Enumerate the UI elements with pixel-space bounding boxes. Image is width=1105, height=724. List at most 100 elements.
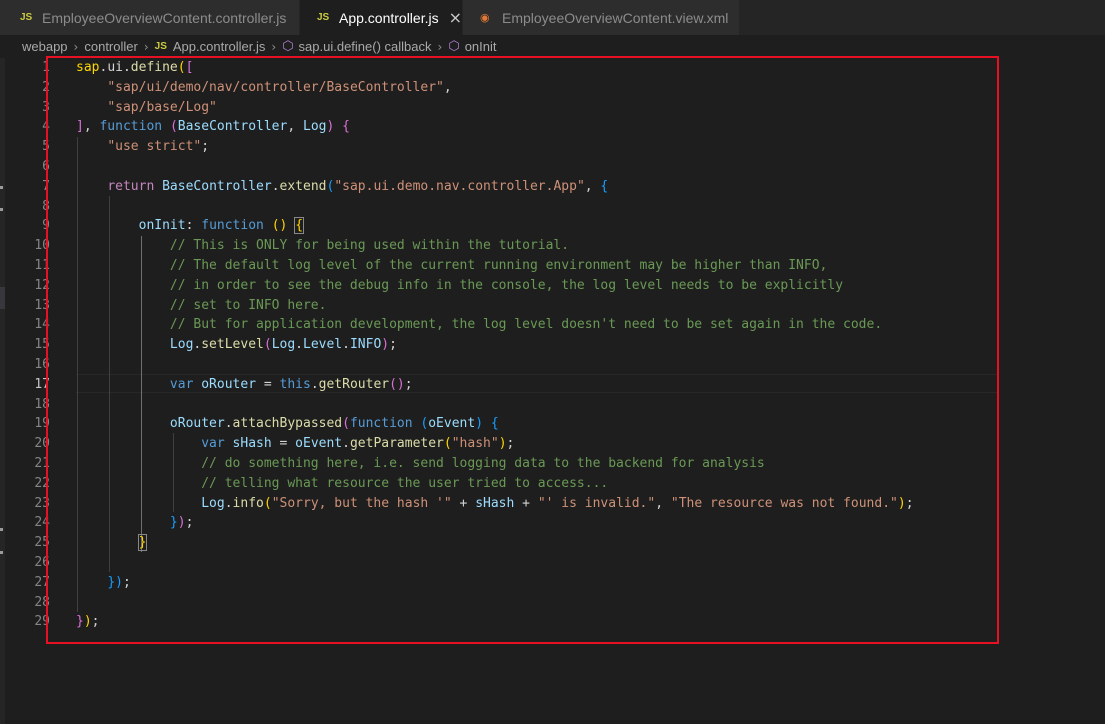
tab-label: EmployeeOverviewContent.view.xml [502, 9, 729, 26]
code-line[interactable]: // do something here, i.e. send logging … [76, 454, 1076, 474]
breadcrumb-item-webapp[interactable]: webapp [22, 39, 68, 54]
code-line[interactable]: // telling what resource the user tried … [76, 474, 1076, 494]
code-token: // telling what resource the user tried … [201, 475, 609, 491]
code-line[interactable]: // The default log level of the current … [76, 256, 1076, 276]
code-line[interactable]: // set to INFO here. [76, 296, 1076, 316]
code-line[interactable]: // in order to see the debug info in the… [76, 276, 1076, 296]
rss-icon: ◉ [480, 11, 490, 24]
code-line[interactable]: // This is ONLY for being used within th… [76, 236, 1076, 256]
code-token: ; [185, 515, 194, 531]
tab-employee-overview-view[interactable]: ◉ EmployeeOverviewContent.view.xml [463, 0, 740, 35]
code-token: = [256, 376, 280, 392]
line-number: 24 [34, 515, 50, 531]
code-token: getRouter [318, 376, 390, 392]
code-token: sap [76, 60, 100, 75]
tab-employee-overview-controller[interactable]: JS EmployeeOverviewContent.controller.js [0, 0, 300, 35]
code-token: sHash [475, 495, 515, 511]
code-token: var [169, 376, 194, 392]
code-line[interactable]: // But for application development, the … [76, 315, 1076, 335]
cube-icon: ⬡ [448, 39, 460, 54]
code-line[interactable]: "sap/base/Log" [76, 98, 1076, 118]
line-number: 16 [34, 356, 50, 372]
line-number: 10 [34, 238, 50, 254]
code-line[interactable]: onInit: function () { [76, 216, 1076, 236]
code-line[interactable]: }); [76, 513, 1076, 533]
breadcrumb: webapp › controller › JS App.controller.… [0, 35, 1105, 58]
code-token: + [514, 495, 538, 511]
code-line[interactable]: var sHash = oEvent.getParameter("hash"); [76, 434, 1076, 454]
line-number: 14 [34, 317, 50, 333]
breadcrumb-item-controller[interactable]: controller [84, 39, 137, 54]
code-token: setLevel [201, 337, 264, 353]
code-token: // in order to see the debug info in the… [169, 277, 844, 293]
code-line[interactable]: sap.ui.define([ [76, 58, 1076, 78]
line-number: 23 [34, 495, 50, 511]
close-icon[interactable]: × [449, 8, 462, 27]
code-token: sHash [232, 436, 272, 452]
code-line[interactable]: Log.setLevel(Log.Level.INFO); [76, 335, 1076, 355]
code-token: "hash" [451, 436, 499, 452]
code-line[interactable] [76, 355, 1076, 375]
code-line[interactable]: var oRouter = this.getRouter(); [76, 375, 1076, 395]
code-line[interactable]: }); [76, 573, 1076, 593]
breadcrumb-item-oninit[interactable]: onInit [465, 39, 497, 54]
code-token: ) [115, 574, 123, 590]
breadcrumb-item-callback[interactable]: sap.ui.define() callback [299, 39, 432, 54]
code-line[interactable] [76, 553, 1076, 573]
code-token: } [107, 574, 116, 590]
tab-app-controller[interactable]: JS App.controller.js × [300, 0, 463, 35]
code-line[interactable] [76, 197, 1076, 217]
code-line[interactable] [76, 157, 1076, 177]
code-line[interactable]: ], function (BaseController, Log) { [76, 117, 1076, 137]
code-token: oRouter [169, 416, 225, 432]
code-token: "The resource was not found." [670, 495, 898, 511]
code-line[interactable] [76, 593, 1076, 613]
code-editor[interactable]: sap.ui.define([ "sap/ui/demo/nav/control… [76, 58, 1076, 632]
code-token: function [349, 416, 413, 432]
code-token: "' is invalid." [537, 495, 656, 511]
code-token: , [655, 495, 671, 511]
breadcrumb-item-file[interactable]: App.controller.js [173, 39, 266, 54]
code-line[interactable]: }); [76, 612, 1076, 632]
line-number: 9 [42, 218, 50, 234]
code-token: var [201, 436, 225, 452]
code-line[interactable]: "sap/ui/demo/nav/controller/BaseControll… [76, 78, 1076, 98]
code-token: ( [177, 60, 186, 75]
code-line[interactable]: oRouter.attachBypassed(function (oEvent)… [76, 414, 1076, 434]
code-line[interactable]: return BaseController.extend("sap.ui.dem… [76, 177, 1076, 197]
code-line[interactable]: Log.info("Sorry, but the hash '" + sHash… [76, 494, 1076, 514]
chevron-right-icon: › [73, 39, 79, 54]
code-token: () [271, 218, 288, 234]
code-token: BaseController [162, 178, 272, 194]
code-token: } [76, 614, 84, 630]
code-token: . [342, 337, 350, 353]
code-token: . [295, 337, 303, 353]
code-line[interactable] [76, 395, 1076, 415]
code-token: ( [263, 495, 272, 511]
tab-label: App.controller.js [338, 9, 439, 26]
line-number: 17 [34, 376, 50, 392]
code-token: function [99, 119, 163, 135]
code-token: extend [279, 178, 327, 194]
code-token: define [130, 60, 178, 75]
line-number: 4 [42, 119, 50, 135]
code-token: oRouter [201, 376, 257, 392]
code-line[interactable]: "use strict"; [76, 137, 1076, 157]
code-token: , [584, 178, 601, 194]
code-token: "use strict" [107, 139, 202, 155]
line-number: 2 [42, 79, 50, 95]
line-number: 26 [34, 554, 50, 570]
code-token: . [342, 436, 350, 452]
javascript-file-icon: JS [154, 41, 167, 52]
code-line[interactable]: } [76, 533, 1076, 553]
